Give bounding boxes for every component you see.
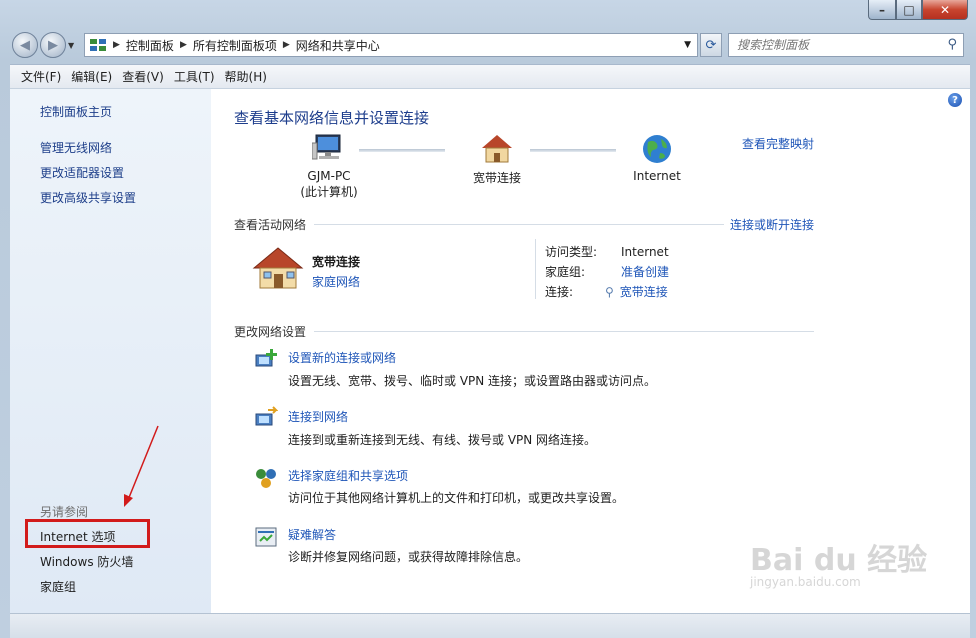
maximize-button[interactable]: □ bbox=[896, 0, 922, 20]
breadcrumb-separator[interactable]: ▶ bbox=[113, 40, 120, 50]
change-settings-heading: 更改网络设置 bbox=[234, 325, 307, 339]
node-this-computer[interactable]: GJM-PC (此计算机) bbox=[284, 133, 374, 200]
forward-button[interactable]: ▶ bbox=[40, 32, 66, 58]
homegroup-label: 家庭组: bbox=[545, 265, 586, 279]
highlight-box bbox=[25, 519, 150, 548]
divider bbox=[314, 331, 814, 332]
window-caption-buttons: – □ ✕ bbox=[868, 0, 968, 20]
menu-help[interactable]: 帮助(H) bbox=[220, 68, 272, 85]
menu-bar: 文件(F) 编辑(E) 查看(V) 工具(T) 帮助(H) bbox=[10, 64, 970, 88]
watermark-main: Bai du 经验 bbox=[750, 543, 928, 578]
node-internet[interactable]: Internet bbox=[622, 133, 692, 183]
globe-icon bbox=[643, 135, 671, 163]
sidebar-item-adapter-settings[interactable]: 更改适配器设置 bbox=[40, 164, 124, 181]
homegroup-icon bbox=[256, 469, 276, 488]
breadcrumb-control-panel[interactable]: 控制面板 bbox=[126, 37, 174, 54]
home-network-icon bbox=[482, 135, 512, 163]
connection-link[interactable]: 宽带连接 bbox=[620, 285, 668, 299]
sidebar: 控制面板主页 管理无线网络 更改适配器设置 更改高级共享设置 另请参阅 Inte… bbox=[10, 89, 211, 614]
sidebar-item-advanced-sharing[interactable]: 更改高级共享设置 bbox=[40, 189, 136, 206]
network-type-link[interactable]: 家庭网络 bbox=[312, 273, 360, 290]
connect-disconnect-link[interactable]: 连接或断开连接 bbox=[730, 216, 814, 233]
help-icon[interactable]: ? bbox=[948, 93, 962, 107]
view-full-map-link[interactable]: 查看完整映射 bbox=[742, 135, 814, 152]
task-connect-network-desc: 连接到或重新连接到无线、有线、拨号或 VPN 网络连接。 bbox=[288, 433, 597, 447]
task-troubleshoot-desc: 诊断并修复网络问题，或获得故障排除信息。 bbox=[288, 550, 529, 564]
node-label: GJM-PC bbox=[307, 169, 351, 183]
sidebar-item-manage-wireless[interactable]: 管理无线网络 bbox=[40, 139, 112, 156]
search-input[interactable] bbox=[737, 38, 937, 52]
task-connect-network-link[interactable]: 连接到网络 bbox=[288, 408, 348, 425]
dialup-icon: ⚲ bbox=[605, 285, 614, 299]
minimize-button[interactable]: – bbox=[868, 0, 896, 20]
node-label: Internet bbox=[633, 169, 681, 183]
connection-row: 连接: ⚲ 宽带连接 bbox=[545, 283, 668, 300]
divider bbox=[535, 239, 536, 299]
node-broadband[interactable]: 宽带连接 bbox=[454, 133, 540, 186]
baidu-watermark: Bai du 经验 jingyan.baidu.com bbox=[750, 535, 927, 589]
access-type-label: 访问类型: bbox=[545, 245, 598, 259]
homegroup-row: 家庭组: 准备创建 bbox=[545, 263, 669, 280]
access-type-value: Internet bbox=[621, 245, 669, 259]
home-icon bbox=[252, 247, 304, 289]
page-title: 查看基本网络信息并设置连接 bbox=[234, 109, 430, 127]
close-button[interactable]: ✕ bbox=[922, 0, 968, 20]
breadcrumb-separator[interactable]: ▶ bbox=[283, 40, 290, 50]
breadcrumb-all-items[interactable]: 所有控制面板项 bbox=[193, 37, 277, 54]
task-homegroup-link[interactable]: 选择家庭组和共享选项 bbox=[288, 467, 408, 484]
task-troubleshoot-link[interactable]: 疑难解答 bbox=[288, 526, 336, 543]
see-also-heading: 另请参阅 bbox=[40, 505, 89, 519]
task-new-connection-link[interactable]: 设置新的连接或网络 bbox=[288, 349, 396, 366]
recent-pages-chevron-down-icon[interactable]: ▼ bbox=[68, 41, 80, 50]
breadcrumb-separator[interactable]: ▶ bbox=[180, 40, 187, 50]
refresh-button[interactable]: ⟳ bbox=[700, 33, 722, 57]
connector-line bbox=[530, 149, 616, 152]
menu-view[interactable]: 查看(V) bbox=[117, 68, 169, 85]
connect-network-icon bbox=[255, 406, 278, 426]
active-networks-heading: 查看活动网络 bbox=[234, 218, 307, 232]
menu-tools[interactable]: 工具(T) bbox=[169, 68, 220, 85]
menu-edit[interactable]: 编辑(E) bbox=[66, 68, 117, 85]
back-button[interactable]: ◀ bbox=[12, 32, 38, 58]
menu-file[interactable]: 文件(F) bbox=[16, 68, 66, 85]
main-panel: 查看基本网络信息并设置连接 查看完整映射 GJM-PC (此计算机) 宽带连接 … bbox=[232, 89, 832, 614]
status-bar bbox=[10, 613, 970, 638]
computer-icon bbox=[312, 134, 341, 160]
active-network-name: 宽带连接 bbox=[312, 255, 361, 269]
sidebar-item-homegroup[interactable]: 家庭组 bbox=[40, 578, 76, 595]
breadcrumb-network-center[interactable]: 网络和共享中心 bbox=[296, 37, 380, 54]
troubleshoot-icon bbox=[255, 527, 277, 547]
search-icon[interactable]: ⚲ bbox=[947, 37, 957, 52]
task-homegroup-desc: 访问位于其他网络计算机上的文件和打印机，或更改共享设置。 bbox=[288, 491, 625, 505]
sidebar-item-windows-firewall[interactable]: Windows 防火墙 bbox=[40, 553, 133, 570]
search-box[interactable]: ⚲ bbox=[728, 33, 964, 57]
address-chevron-down-icon[interactable]: ▼ bbox=[684, 40, 691, 50]
node-label: 宽带连接 bbox=[472, 171, 521, 185]
divider bbox=[314, 224, 724, 225]
task-new-connection-desc: 设置无线、宽带、拨号、临时或 VPN 连接；或设置路由器或访问点。 bbox=[288, 374, 657, 388]
access-type-row: 访问类型: Internet bbox=[545, 243, 669, 260]
homegroup-link[interactable]: 准备创建 bbox=[621, 265, 669, 279]
connector-line bbox=[359, 149, 445, 152]
node-sublabel: (此计算机) bbox=[300, 185, 358, 199]
network-folder-icon bbox=[90, 39, 106, 51]
sidebar-item-control-panel-home[interactable]: 控制面板主页 bbox=[40, 103, 112, 120]
navigation-bar: ◀ ▶ ▼ ▶ 控制面板 ▶ 所有控制面板项 ▶ 网络和共享中心 ▼ ⟳ ⚲ bbox=[12, 30, 968, 60]
explorer-window: – □ ✕ ◀ ▶ ▼ ▶ 控制面板 ▶ 所有控制面板项 ▶ 网络和共享中心 ▼… bbox=[0, 0, 976, 638]
new-connection-icon bbox=[255, 349, 277, 367]
address-bar[interactable]: ▶ 控制面板 ▶ 所有控制面板项 ▶ 网络和共享中心 ▼ bbox=[84, 33, 698, 57]
